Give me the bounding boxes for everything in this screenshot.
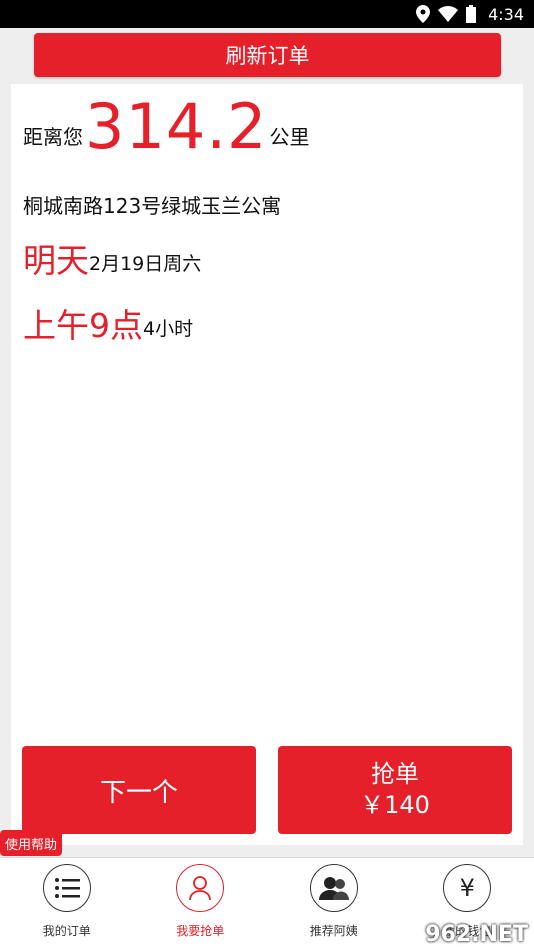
date-row: 明天 2月19日周六 bbox=[23, 244, 201, 277]
help-button[interactable]: 使用帮助 bbox=[0, 830, 62, 856]
nav-item-my-orders[interactable]: 我的订单 bbox=[0, 858, 134, 949]
grab-price: ￥140 bbox=[360, 791, 430, 819]
battery-icon bbox=[466, 5, 477, 23]
grab-order-button[interactable]: 抢单 ￥140 bbox=[278, 746, 512, 834]
yen-icon: ¥ bbox=[443, 864, 492, 912]
next-order-button[interactable]: 下一个 bbox=[22, 746, 256, 834]
time-label: 上午9点 bbox=[23, 306, 143, 345]
duration-text: 4小时 bbox=[143, 318, 194, 340]
nav-label-my-orders: 我的订单 bbox=[42, 924, 91, 938]
nav-label-grab-orders: 我要抢单 bbox=[176, 924, 225, 938]
distance-row: 距离您 314.2 公里 bbox=[23, 96, 310, 158]
wifi-icon bbox=[438, 6, 459, 22]
order-card: 距离您 314.2 公里 桐城南路123号绿城玉兰公寓 明天 2月19日周六 上… bbox=[11, 84, 523, 845]
people-icon bbox=[309, 864, 358, 912]
clock: 4:34 bbox=[488, 4, 524, 24]
status-bar: 4:34 bbox=[0, 0, 534, 28]
distance-prefix: 距离您 bbox=[23, 125, 83, 149]
nav-label-recommend: 推荐阿姨 bbox=[309, 924, 358, 938]
location-icon bbox=[416, 5, 431, 23]
watermark: 962.NET bbox=[425, 922, 528, 947]
nav-item-recommend[interactable]: 推荐阿姨 bbox=[267, 858, 401, 949]
nav-item-grab-orders[interactable]: 我要抢单 bbox=[134, 858, 268, 949]
list-icon bbox=[42, 864, 91, 912]
order-address: 桐城南路123号绿城玉兰公寓 bbox=[23, 194, 282, 218]
grab-label: 抢单 bbox=[371, 759, 419, 788]
date-text: 2月19日周六 bbox=[89, 253, 202, 275]
person-icon bbox=[176, 864, 225, 912]
refresh-orders-button[interactable]: 刷新订单 bbox=[34, 33, 501, 77]
distance-value: 314.2 bbox=[85, 90, 268, 163]
distance-unit: 公里 bbox=[269, 125, 310, 149]
time-row: 上午9点 4小时 bbox=[23, 309, 193, 342]
day-label: 明天 bbox=[23, 241, 89, 280]
